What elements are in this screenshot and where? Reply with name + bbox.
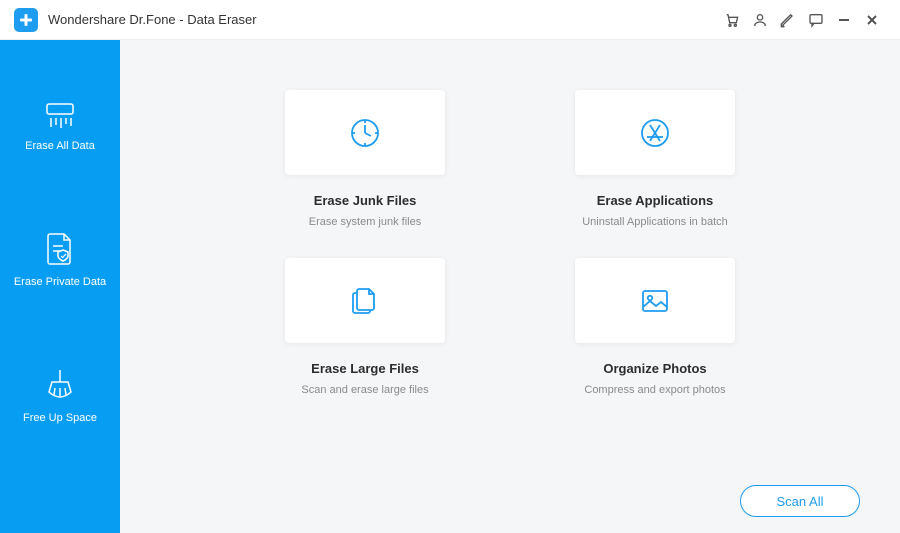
card-icon-box [575, 258, 735, 343]
card-erase-junk[interactable]: Erase Junk Files Erase system junk files [255, 90, 475, 228]
app-logo [14, 8, 38, 32]
card-subtitle: Erase system junk files [309, 216, 421, 228]
shredder-icon [43, 100, 77, 130]
minimize-icon [837, 13, 851, 27]
main-panel: Erase Junk Files Erase system junk files… [120, 40, 900, 533]
close-button[interactable] [858, 6, 886, 34]
card-icon-box [575, 90, 735, 175]
sidebar-item-free-space[interactable]: Free Up Space [0, 348, 120, 484]
sidebar: Erase All Data Erase Private Data Free [0, 40, 120, 533]
card-subtitle: Scan and erase large files [301, 384, 428, 396]
files-icon [347, 283, 383, 319]
sidebar-item-erase-all[interactable]: Erase All Data [0, 80, 120, 212]
photo-icon [637, 283, 673, 319]
minimize-button[interactable] [830, 6, 858, 34]
card-title: Organize Photos [603, 361, 706, 376]
document-shield-icon [45, 232, 75, 266]
cards-grid: Erase Junk Files Erase system junk files… [120, 90, 900, 396]
card-icon-box [285, 258, 445, 343]
card-title: Erase Applications [597, 193, 714, 208]
card-subtitle: Compress and export photos [584, 384, 725, 396]
sidebar-item-erase-private[interactable]: Erase Private Data [0, 212, 120, 348]
scan-all-button[interactable]: Scan All [740, 485, 860, 517]
cart-icon [724, 12, 740, 28]
sidebar-item-label: Erase All Data [25, 140, 95, 152]
account-button[interactable] [746, 6, 774, 34]
card-subtitle: Uninstall Applications in batch [582, 216, 728, 228]
user-icon [752, 12, 768, 28]
card-erase-applications[interactable]: Erase Applications Uninstall Application… [545, 90, 765, 228]
sidebar-item-label: Free Up Space [23, 412, 97, 424]
titlebar: Wondershare Dr.Fone - Data Eraser [0, 0, 900, 40]
broom-icon [45, 368, 75, 402]
chat-icon [808, 12, 824, 28]
pencil-icon [780, 12, 796, 28]
card-icon-box [285, 90, 445, 175]
appstore-icon [637, 115, 673, 151]
sidebar-item-label: Erase Private Data [14, 276, 106, 288]
feedback-button[interactable] [802, 6, 830, 34]
card-title: Erase Junk Files [314, 193, 417, 208]
cart-button[interactable] [718, 6, 746, 34]
app-title: Wondershare Dr.Fone - Data Eraser [48, 12, 257, 27]
workspace: Erase All Data Erase Private Data Free [0, 40, 900, 533]
card-title: Erase Large Files [311, 361, 419, 376]
edit-button[interactable] [774, 6, 802, 34]
close-icon [865, 13, 879, 27]
plus-icon [18, 12, 34, 28]
clock-icon [347, 115, 383, 151]
card-erase-large-files[interactable]: Erase Large Files Scan and erase large f… [255, 258, 475, 396]
card-organize-photos[interactable]: Organize Photos Compress and export phot… [545, 258, 765, 396]
scan-all-label: Scan All [777, 494, 824, 509]
